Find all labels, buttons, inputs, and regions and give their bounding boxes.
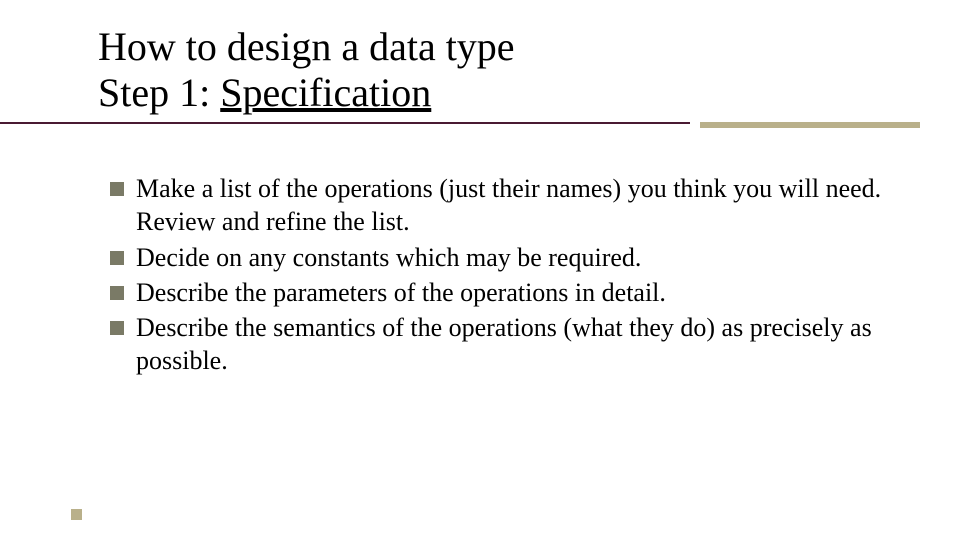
list-item: Describe the semantics of the operations… [110,311,900,378]
list-item-text: Decide on any constants which may be req… [136,241,900,274]
title-step-name: Specification [220,70,431,115]
square-bullet-icon [110,286,124,300]
list-item-text: Make a list of the operations (just thei… [136,172,900,239]
divider-left-line [0,122,690,124]
square-bullet-icon [110,182,124,196]
slide-title: How to design a data type Step 1: Specif… [98,24,900,116]
title-step-label: Step 1: [98,70,220,115]
list-item: Describe the parameters of the operation… [110,276,900,309]
footer-accent-icon [71,509,82,520]
list-item-text: Describe the parameters of the operation… [136,276,900,309]
square-bullet-icon [110,321,124,335]
list-item: Make a list of the operations (just thei… [110,172,900,239]
square-bullet-icon [110,251,124,265]
slide: How to design a data type Step 1: Specif… [0,0,960,540]
list-item: Decide on any constants which may be req… [110,241,900,274]
title-line-1: How to design a data type [98,24,900,70]
list-item-text: Describe the semantics of the operations… [136,311,900,378]
divider-right-accent [700,122,920,128]
title-line-2: Step 1: Specification [98,70,900,116]
bullet-list: Make a list of the operations (just thei… [110,172,900,380]
